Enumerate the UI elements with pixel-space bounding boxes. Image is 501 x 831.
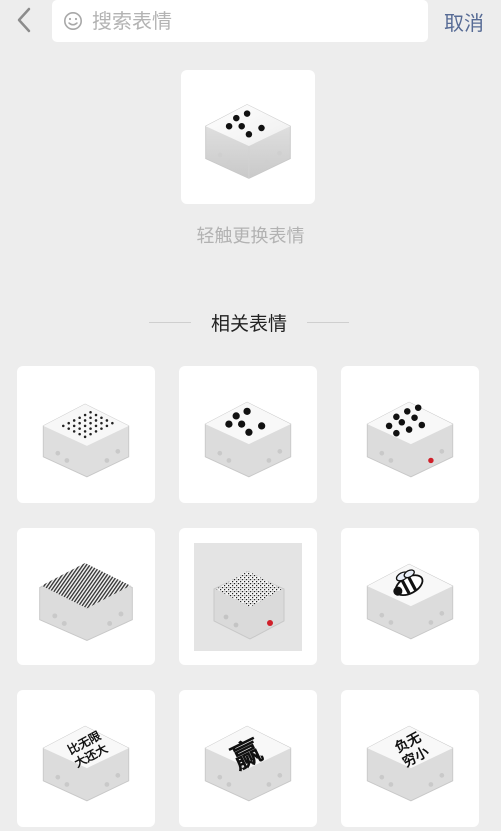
dice-six-sticker — [204, 401, 292, 477]
dice-many-dots-sticker — [42, 403, 130, 477]
smiley-icon — [62, 10, 84, 32]
dice-bee-sticker — [366, 563, 454, 639]
related-sticker[interactable] — [341, 528, 479, 665]
search-input[interactable] — [90, 8, 394, 34]
dice-text-sticker: 比无限 大还大 — [42, 725, 130, 801]
back-button[interactable] — [10, 6, 38, 34]
section-title: 相关表情 — [210, 313, 287, 335]
dice-striped-sticker — [39, 562, 133, 641]
related-sticker[interactable]: 比无限 大还大 — [17, 690, 155, 827]
chevron-left-icon — [17, 7, 31, 33]
emoji-search-page: 取消 轻触更换表情 相关表情 — [0, 0, 501, 831]
related-sticker[interactable] — [179, 366, 317, 503]
divider — [307, 322, 349, 323]
search-header: 取消 — [0, 0, 501, 44]
dice-text-sticker: 负无 穷小 — [366, 725, 454, 801]
dice-nine-sticker — [366, 401, 454, 477]
cancel-button[interactable]: 取消 — [444, 7, 484, 36]
related-sticker[interactable] — [179, 528, 317, 665]
related-sticker[interactable] — [17, 366, 155, 503]
tap-to-change-hint: 轻触更换表情 — [196, 226, 305, 247]
dice-noise-sticker — [194, 542, 302, 651]
search-box[interactable] — [52, 0, 428, 42]
related-sticker[interactable]: 负无 穷小 — [341, 690, 479, 827]
related-sticker[interactable] — [17, 528, 155, 665]
related-sticker[interactable] — [341, 366, 479, 503]
selected-sticker[interactable] — [181, 70, 315, 204]
dice-sticker-six — [205, 104, 291, 179]
related-sticker[interactable]: 赢 — [179, 690, 317, 827]
related-section-header: 相关表情 — [0, 309, 501, 337]
dice-text-sticker: 赢 — [204, 725, 292, 801]
